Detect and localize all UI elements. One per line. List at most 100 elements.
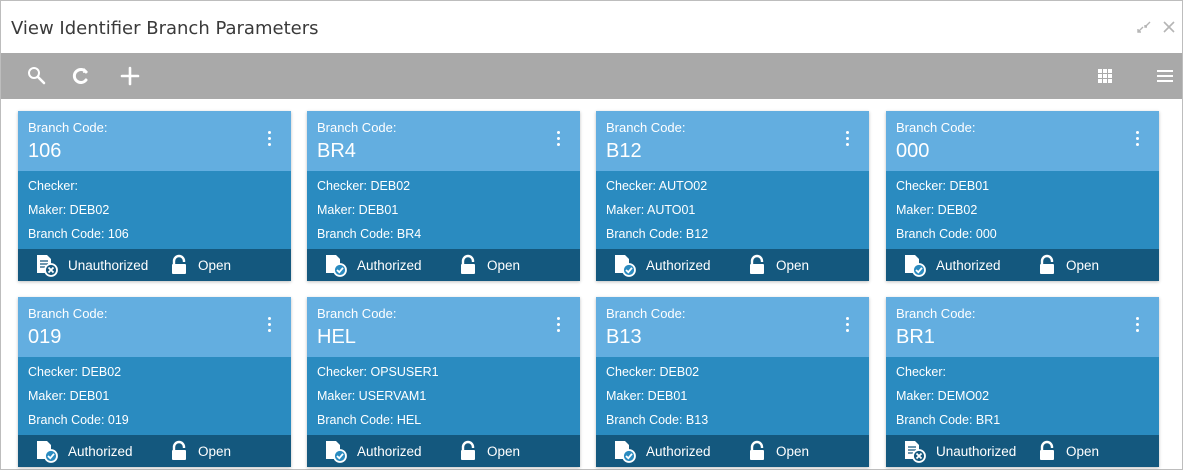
card-footer: Unauthorized Open — [886, 435, 1159, 467]
unlock-icon — [461, 440, 475, 460]
record-status-label: Open — [1066, 443, 1100, 459]
maker-text: Maker: DEMO02 — [896, 389, 990, 403]
close-icon[interactable] — [1159, 17, 1179, 37]
branch-code-value: BR1 — [896, 326, 935, 348]
record-status-label: Open — [487, 257, 521, 273]
record-status-label: Open — [776, 257, 810, 273]
search-icon[interactable] — [23, 62, 51, 90]
record-status-label: Open — [776, 443, 810, 459]
authorization-status-label: Authorized — [646, 257, 711, 273]
authorized-doc-icon — [326, 441, 347, 463]
branch-code-label: Branch Code: — [896, 120, 976, 135]
record-status: Open — [168, 435, 231, 467]
kebab-menu-icon[interactable] — [1133, 131, 1141, 151]
kebab-menu-icon[interactable] — [554, 317, 562, 337]
authorized-doc-icon — [905, 255, 926, 277]
card-body: Checker: DEB02 Maker: DEB01 Branch Code:… — [307, 171, 580, 249]
record-status-label: Open — [198, 257, 232, 273]
card-header: Branch Code: 106 — [18, 111, 291, 171]
card-body: Checker: DEB01 Maker: DEB02 Branch Code:… — [886, 171, 1159, 249]
branch-code-label: Branch Code: — [317, 120, 397, 135]
branch-card-br1[interactable]: Branch Code: BR1 Checker: Maker: DEMO02 … — [886, 297, 1159, 467]
branch-code-text: Branch Code: B13 — [606, 413, 709, 427]
checker-text: Checker: OPSUSER1 — [317, 365, 439, 379]
record-status: Open — [168, 249, 231, 281]
record-status-label: Open — [1066, 257, 1100, 273]
record-status: Open — [746, 249, 809, 281]
unlock-icon — [750, 254, 764, 274]
branch-code-label: Branch Code: — [28, 120, 108, 135]
unauthorized-doc-icon — [905, 441, 926, 463]
title-bar: View Identifier Branch Parameters — [1, 1, 1182, 53]
add-icon[interactable] — [116, 62, 144, 90]
card-header: Branch Code: BR4 — [307, 111, 580, 171]
authorization-status: Authorized — [34, 435, 133, 467]
branch-card-b12[interactable]: Branch Code: B12 Checker: AUTO02 Maker: … — [596, 111, 869, 281]
grid-view-icon[interactable] — [1091, 62, 1119, 90]
checker-text: Checker: DEB02 — [317, 179, 411, 193]
branch-card-br4[interactable]: Branch Code: BR4 Checker: DEB02 Maker: D… — [307, 111, 580, 281]
card-header: Branch Code: BR1 — [886, 297, 1159, 357]
branch-code-label: Branch Code: — [896, 306, 976, 321]
maker-text: Maker: DEB01 — [606, 389, 688, 403]
branch-card-hel[interactable]: Branch Code: HEL Checker: OPSUSER1 Maker… — [307, 297, 580, 467]
card-footer: Authorized Open — [596, 249, 869, 281]
maker-text: Maker: DEB02 — [28, 203, 110, 217]
unlock-icon — [172, 254, 186, 274]
card-body: Checker: DEB02 Maker: DEB01 Branch Code:… — [18, 357, 291, 435]
branch-code-text: Branch Code: BR1 — [896, 413, 1001, 427]
refresh-icon[interactable] — [67, 62, 95, 90]
branch-code-value: B13 — [606, 326, 642, 348]
branch-code-label: Branch Code: — [28, 306, 108, 321]
kebab-menu-icon[interactable] — [554, 131, 562, 151]
kebab-menu-icon[interactable] — [265, 317, 273, 337]
branch-code-text: Branch Code: 000 — [896, 227, 997, 241]
kebab-menu-icon[interactable] — [843, 317, 851, 337]
record-status: Open — [1036, 435, 1099, 467]
authorization-status: Authorized — [323, 249, 422, 281]
authorization-status-label: Authorized — [936, 257, 1001, 273]
branch-code-value: 019 — [28, 326, 62, 348]
list-view-icon[interactable] — [1151, 62, 1179, 90]
authorization-status: Unauthorized — [34, 249, 148, 281]
card-body: Checker: Maker: DEMO02 Branch Code: BR1 — [886, 357, 1159, 435]
maker-text: Maker: DEB01 — [317, 203, 399, 217]
kebab-menu-icon[interactable] — [265, 131, 273, 151]
checker-text: Checker: — [28, 179, 79, 193]
maker-text: Maker: DEB02 — [896, 203, 978, 217]
view-identifier-branch-parameters-window: View Identifier Branch Parameters Branch… — [0, 0, 1183, 470]
unlock-icon — [1040, 440, 1054, 460]
branch-code-text: Branch Code: B12 — [606, 227, 709, 241]
branch-card-019[interactable]: Branch Code: 019 Checker: DEB02 Maker: D… — [18, 297, 291, 467]
record-status-label: Open — [198, 443, 232, 459]
branch-card-b13[interactable]: Branch Code: B13 Checker: DEB02 Maker: D… — [596, 297, 869, 467]
toolbar — [1, 53, 1182, 99]
authorized-doc-icon — [326, 255, 347, 277]
branch-code-text: Branch Code: BR4 — [317, 227, 422, 241]
branch-card-000[interactable]: Branch Code: 000 Checker: DEB01 Maker: D… — [886, 111, 1159, 281]
branch-code-label: Branch Code: — [606, 306, 686, 321]
unlock-icon — [1040, 254, 1054, 274]
checker-text: Checker: DEB02 — [28, 365, 122, 379]
kebab-menu-icon[interactable] — [843, 131, 851, 151]
unlock-icon — [461, 254, 475, 274]
record-status: Open — [1036, 249, 1099, 281]
checker-text: Checker: AUTO02 — [606, 179, 708, 193]
checker-text: Checker: DEB01 — [896, 179, 990, 193]
authorization-status: Unauthorized — [902, 435, 1016, 467]
maker-text: Maker: DEB01 — [28, 389, 110, 403]
kebab-menu-icon[interactable] — [1133, 317, 1141, 337]
maker-text: Maker: AUTO01 — [606, 203, 696, 217]
authorized-doc-icon — [615, 441, 636, 463]
branch-code-value: HEL — [317, 326, 356, 348]
unlock-icon — [750, 440, 764, 460]
minimize-icon[interactable] — [1134, 17, 1154, 37]
card-footer: Authorized Open — [596, 435, 869, 467]
card-footer: Authorized Open — [18, 435, 291, 467]
unauthorized-doc-icon — [37, 255, 58, 277]
unlock-icon — [172, 440, 186, 460]
authorization-status: Authorized — [612, 249, 711, 281]
branch-code-label: Branch Code: — [606, 120, 686, 135]
branch-card-106[interactable]: Branch Code: 106 Checker: Maker: DEB02 B… — [18, 111, 291, 281]
branch-code-value: 000 — [896, 140, 930, 162]
